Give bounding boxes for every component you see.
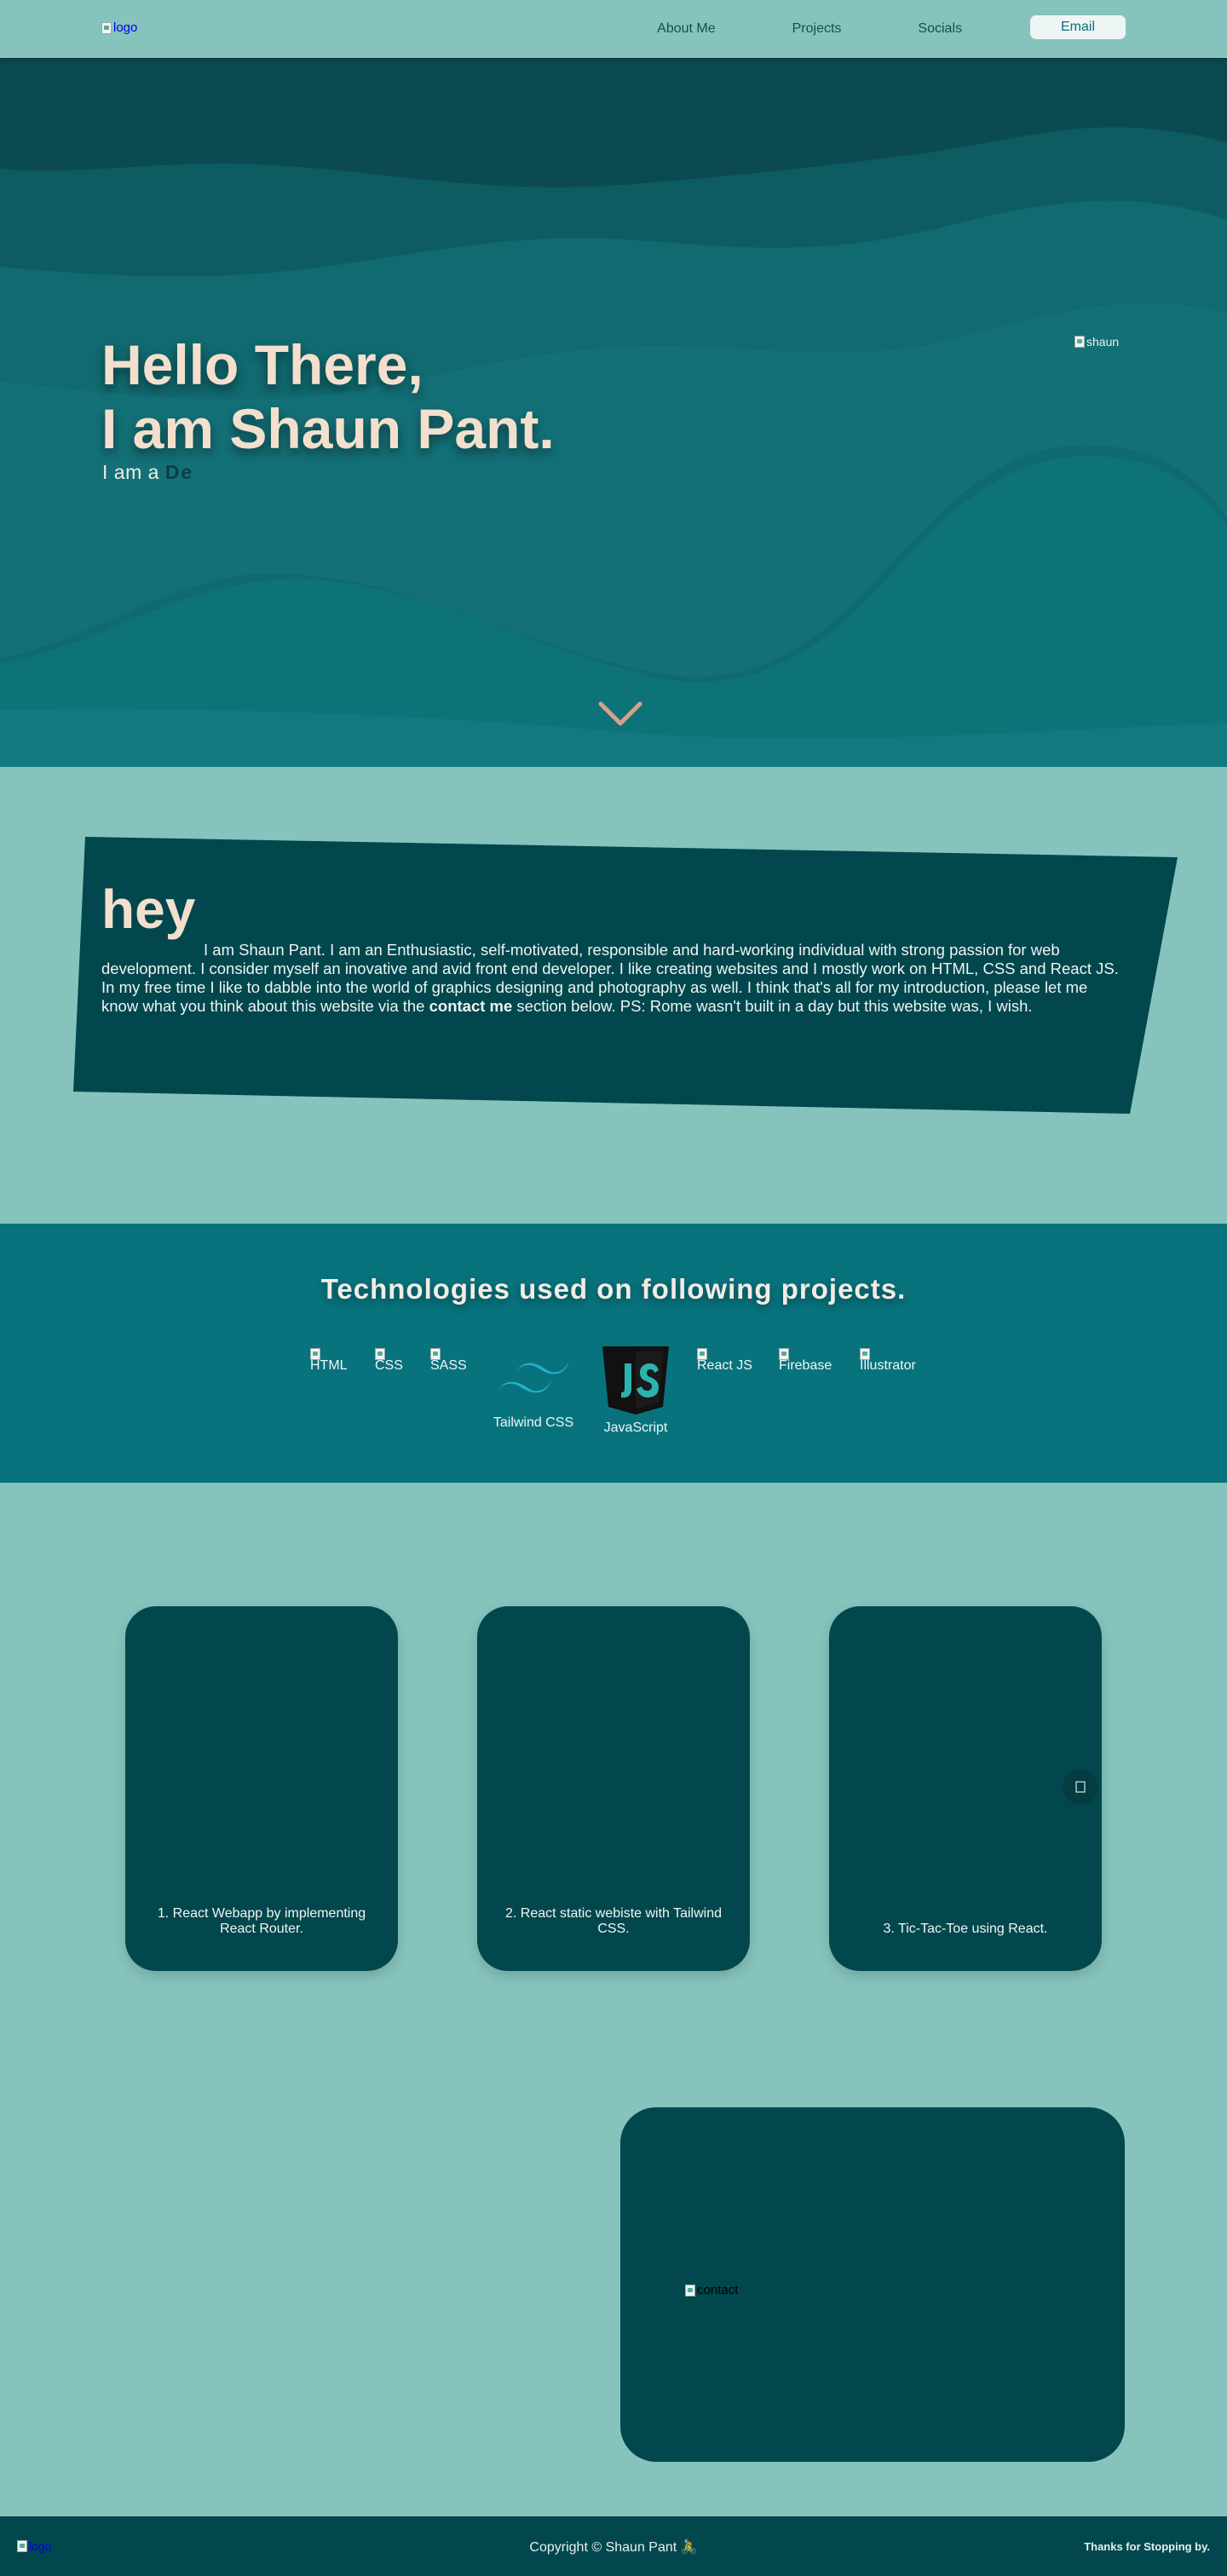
- tech-label-illustrator: Illustrator: [860, 1358, 916, 1373]
- tech-item-tailwind: Tailwind CSS: [493, 1360, 574, 1431]
- tech-item-javascript: JavaScript: [598, 1345, 673, 1436]
- broken-image-icon: [310, 1348, 320, 1360]
- tech-item-html: HTML: [310, 1348, 348, 1374]
- about-heading: hey: [101, 879, 196, 940]
- tech-item-react: React JS: [697, 1348, 752, 1374]
- nav-link-about-me[interactable]: About Me: [657, 21, 715, 37]
- typing-text: De: [164, 461, 194, 483]
- nav-links: About Me Projects Socials Email: [657, 15, 1126, 39]
- contact-card: contact: [620, 2107, 1125, 2462]
- email-button[interactable]: Email: [1030, 15, 1126, 39]
- about-paragraph: I am Shaun Pant. I am an Enthusiastic, s…: [101, 941, 1128, 1016]
- tech-label-firebase: Firebase: [779, 1358, 832, 1373]
- project-card-3[interactable]: 3. Tic-Tac-Toe using React.: [829, 1606, 1102, 1971]
- chevron-down-icon[interactable]: [598, 700, 642, 728]
- nav-link-projects[interactable]: Projects: [792, 21, 842, 37]
- tech-label-react: React JS: [697, 1358, 752, 1373]
- carousel-next-button[interactable]: [1063, 1769, 1098, 1805]
- project-title-2: 2. React static webiste with Tailwind CS…: [504, 1906, 723, 1936]
- tech-label-javascript: JavaScript: [603, 1421, 668, 1435]
- javascript-icon: [602, 1346, 669, 1415]
- hero-title-line-1: Hello There,: [101, 333, 423, 396]
- tech-item-sass: SASS: [430, 1348, 467, 1374]
- profile-photo-alt: shaun: [1086, 335, 1120, 349]
- hero-subtitle-prefix: I am a: [102, 461, 159, 483]
- hero-section: Hello There, I am Shaun Pant. I am a De …: [0, 58, 1227, 767]
- tailwind-icon: [498, 1362, 569, 1393]
- hero-subtitle: I am a De: [102, 461, 193, 484]
- broken-image-icon: [101, 21, 112, 34]
- thanks-text: Thanks for Stopping by.: [1084, 2540, 1210, 2553]
- footer: logo Copyright © Shaun Pant 🚴 Thanks for…: [0, 2516, 1227, 2576]
- about-text-after: section below. PS: Rome wasn't built in …: [516, 997, 1033, 1015]
- broken-image-icon: [697, 1348, 707, 1360]
- logo-alt-text: logo: [113, 20, 138, 35]
- contact-section: contact: [0, 2088, 1227, 2516]
- broken-image-icon: [685, 2284, 695, 2297]
- about-section: hey I am Shaun Pant. I am an Enthusiasti…: [0, 767, 1227, 1224]
- broken-image-icon: [860, 1348, 870, 1360]
- tech-label-html: HTML: [310, 1358, 348, 1373]
- hero-title-line-2: I am Shaun Pant.: [101, 397, 555, 460]
- project-title-1: 1. React Webapp by implementing React Ro…: [157, 1906, 366, 1936]
- contact-me-link[interactable]: contact me: [429, 997, 513, 1015]
- project-title-3: 3. Tic-Tac-Toe using React.: [883, 1922, 1048, 1936]
- tech-label-tailwind: Tailwind CSS: [493, 1415, 574, 1430]
- tech-item-firebase: Firebase: [779, 1348, 832, 1374]
- copyright-text: Copyright © Shaun Pant 🚴: [529, 2540, 698, 2555]
- tech-label-sass: SASS: [430, 1358, 467, 1373]
- technologies-heading: Technologies used on following projects.: [320, 1273, 907, 1305]
- contact-image-alt: contact: [697, 2283, 739, 2297]
- broken-image-icon: [375, 1348, 385, 1360]
- tech-item-illustrator: Illustrator: [860, 1348, 916, 1374]
- hero-title: Hello There, I am Shaun Pant.: [101, 333, 555, 461]
- broken-image-icon: [430, 1348, 441, 1360]
- broken-image-icon: [779, 1348, 789, 1360]
- project-card-2[interactable]: 2. React static webiste with Tailwind CS…: [477, 1606, 750, 1971]
- logo-image[interactable]: logo: [101, 20, 137, 35]
- project-card-1[interactable]: 1. React Webapp by implementing React Ro…: [125, 1606, 398, 1971]
- arrow-right-icon: [1075, 1781, 1086, 1793]
- projects-section: 1. React Webapp by implementing React Ro…: [0, 1483, 1227, 2088]
- top-navbar: logo About Me Projects Socials Email: [0, 0, 1227, 58]
- technologies-section: Technologies used on following projects.…: [0, 1224, 1227, 1483]
- tech-label-css: CSS: [375, 1358, 403, 1373]
- broken-image-icon: [1074, 336, 1085, 348]
- profile-photo: shaun: [1074, 335, 1119, 349]
- nav-link-socials[interactable]: Socials: [918, 21, 962, 37]
- tech-item-css: CSS: [375, 1348, 403, 1374]
- contact-image: contact: [685, 2283, 738, 2297]
